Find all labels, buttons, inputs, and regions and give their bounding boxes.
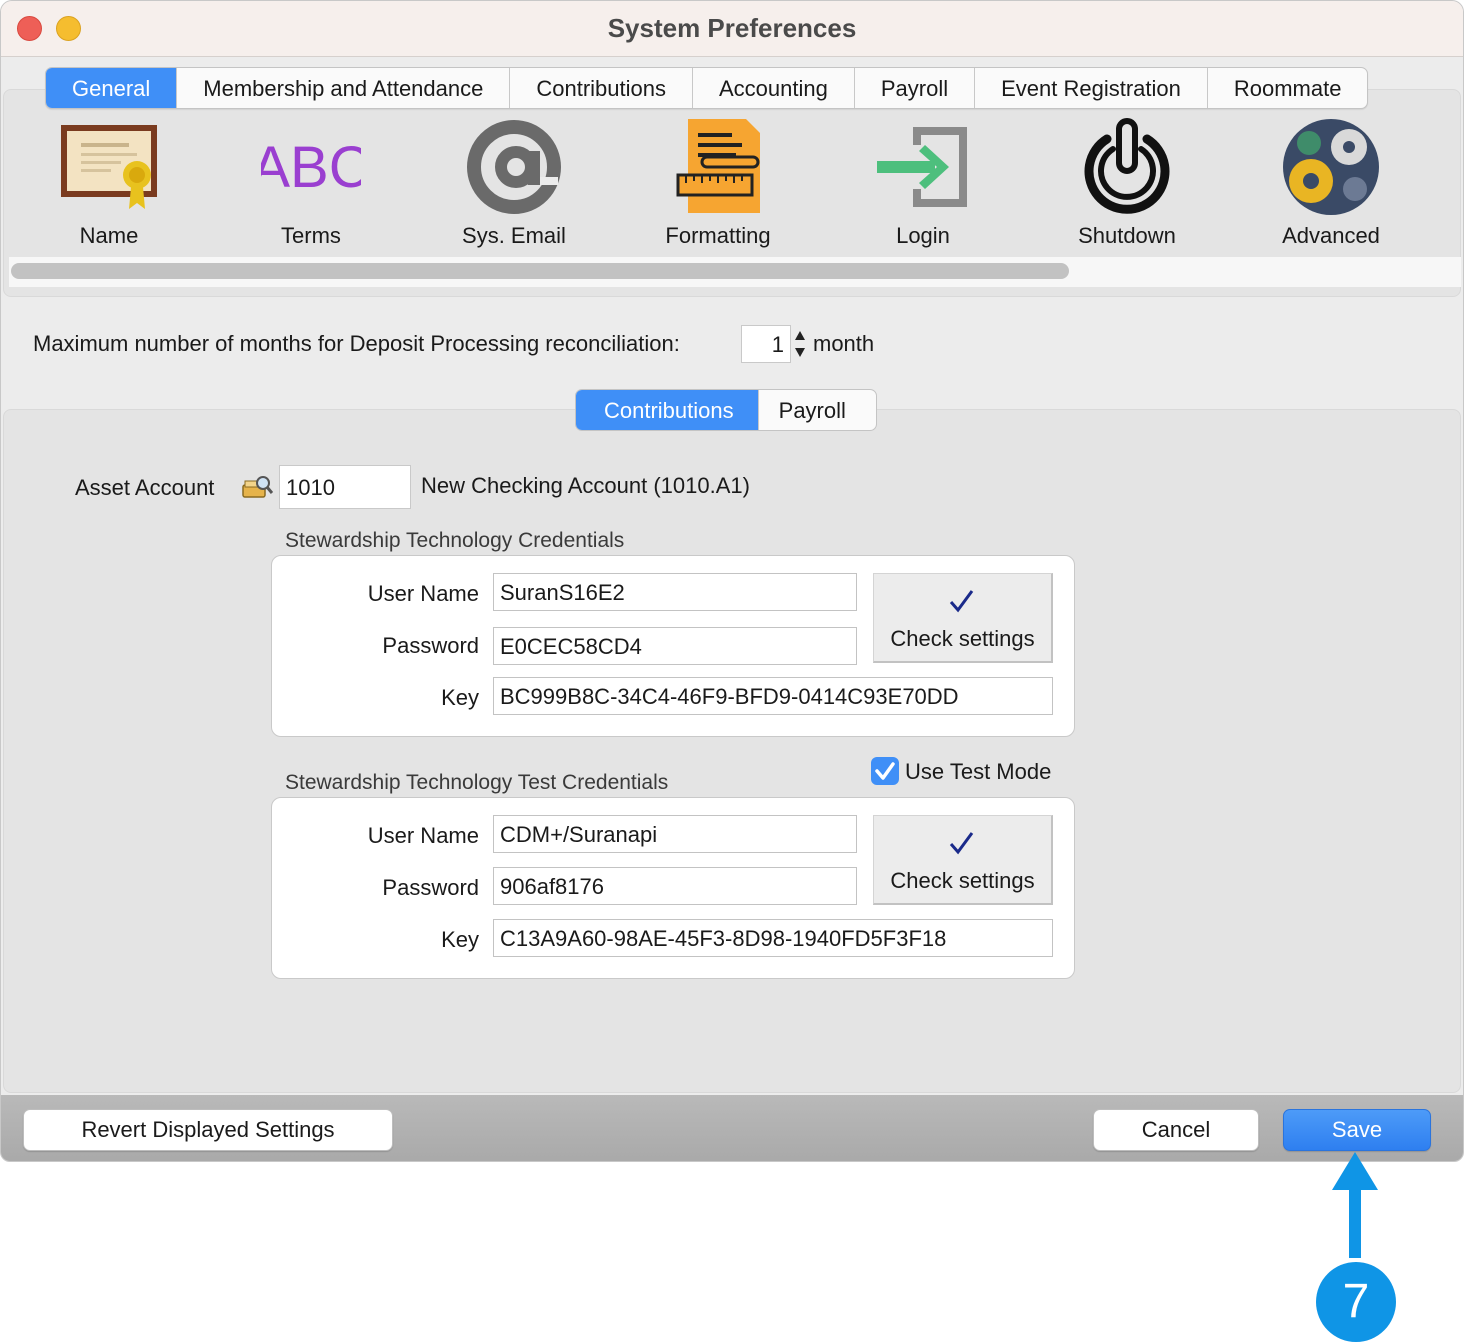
tab-event-registration[interactable]: Event Registration (975, 68, 1208, 108)
password-label: Password (382, 633, 479, 658)
tab-roommate[interactable]: Roommate (1208, 68, 1368, 108)
gears-icon (1283, 119, 1379, 215)
account-lookup-icon[interactable] (241, 473, 273, 501)
password-field[interactable]: E0CEC58CD4 (493, 627, 857, 665)
system-preferences-window: System Preferences General Membership an… (0, 0, 1464, 1162)
toolbar-item-formatting[interactable]: Formatting (618, 113, 818, 253)
use-test-mode-label: Use Test Mode (905, 759, 1052, 784)
toolbar-item-login[interactable]: Login (823, 113, 1023, 253)
test-key-field[interactable]: C13A9A60-98AE-45F3-8D98-1940FD5F3F18 (493, 919, 1053, 957)
user-name-label: User Name (367, 581, 479, 606)
toolbar-item-label: Sys. Email (462, 223, 566, 248)
tab-contributions[interactable]: Contributions (510, 68, 693, 108)
certificate-icon (61, 125, 157, 209)
toolbar-item-terms[interactable]: ABC Terms (211, 113, 411, 253)
checkmark-icon (949, 590, 974, 613)
tab-membership-and-attendance[interactable]: Membership and Attendance (177, 68, 511, 108)
abc-icon: ABC (261, 135, 361, 200)
cancel-button[interactable]: Cancel (1093, 1109, 1259, 1151)
toolbar-item-name[interactable]: Name (9, 113, 209, 253)
toolbar-item-label: Terms (281, 223, 341, 248)
asset-account-description: New Checking Account (1010.A1) (421, 473, 750, 498)
test-user-name-label: User Name (367, 823, 479, 848)
user-name-field[interactable]: SuranS16E2 (493, 573, 857, 611)
contributions-payroll-panel (3, 409, 1461, 1093)
check-settings-button[interactable]: Check settings (873, 573, 1053, 663)
tab-accounting[interactable]: Accounting (693, 68, 855, 108)
save-button[interactable]: Save (1283, 1109, 1431, 1151)
checkbox-checked[interactable] (871, 757, 899, 785)
check-settings-label: Check settings (890, 868, 1035, 893)
deposit-unit-label: month (813, 331, 875, 356)
key-label: Key (441, 685, 479, 710)
toolbar-item-advanced[interactable]: Advanced (1231, 113, 1431, 253)
up-arrow-icon (1332, 1152, 1378, 1258)
icon-strip-scrollbar[interactable] (9, 257, 1461, 287)
window-title: System Preferences (607, 13, 857, 43)
toolbar-item-label: Name (79, 223, 139, 248)
subtab-contributions[interactable]: Contributions (576, 390, 759, 430)
toolbar-item-label: Formatting (665, 223, 771, 248)
check-settings-label: Check settings (890, 626, 1035, 651)
test-user-name-field[interactable]: CDM+/Suranapi (493, 815, 857, 853)
power-icon (1084, 118, 1170, 214)
subtab-payroll[interactable]: Payroll (759, 390, 876, 430)
asset-account-label: Asset Account (75, 475, 215, 500)
test-check-settings-button[interactable]: Check settings (873, 815, 1053, 905)
test-password-field[interactable]: 906af8176 (493, 867, 857, 905)
test-password-label: Password (382, 875, 479, 900)
footer-bar: Revert Displayed Settings Cancel Save (1, 1095, 1463, 1161)
toolbar-item-label: Shutdown (1078, 223, 1176, 248)
tab-general[interactable]: General (46, 68, 178, 108)
toolbar-item-label: Login (896, 223, 950, 248)
title-bar: System Preferences (1, 1, 1463, 57)
test-key-label: Key (441, 927, 479, 952)
svg-text:ABC: ABC (261, 135, 361, 200)
at-sign-icon (467, 120, 561, 214)
formatting-icon (676, 119, 760, 213)
deposit-months-field[interactable]: 1 (741, 325, 791, 363)
test-credentials-group-title: Stewardship Technology Test Credentials (285, 771, 669, 794)
scrollbar-thumb[interactable] (11, 263, 1069, 279)
tab-payroll[interactable]: Payroll (855, 68, 976, 108)
preferences-icon-strip: Name ABC Terms Sys. Email (9, 113, 1457, 253)
login-icon (877, 127, 967, 207)
sub-tab-bar: Contributions Payroll (575, 389, 877, 431)
deposit-months-label: Maximum number of months for Deposit Pro… (33, 331, 680, 356)
credentials-group-title: Stewardship Technology Credentials (285, 529, 625, 552)
key-field[interactable]: BC999B8C-34C4-46F9-BFD9-0414C93E70DD (493, 677, 1053, 715)
main-tab-bar: General Membership and Attendance Contri… (45, 67, 1369, 109)
toolbar-item-sys-email[interactable]: Sys. Email (414, 113, 614, 253)
checkmark-icon (875, 762, 895, 780)
toolbar-item-shutdown[interactable]: Shutdown (1027, 113, 1227, 253)
step-number-badge: 7 (1316, 1262, 1396, 1342)
revert-settings-button[interactable]: Revert Displayed Settings (23, 1109, 393, 1151)
asset-account-field[interactable]: 1010 (279, 465, 411, 509)
stepper-arrows-icon[interactable] (793, 329, 807, 359)
toolbar-item-label: Advanced (1282, 223, 1380, 248)
checkmark-icon (949, 832, 974, 855)
